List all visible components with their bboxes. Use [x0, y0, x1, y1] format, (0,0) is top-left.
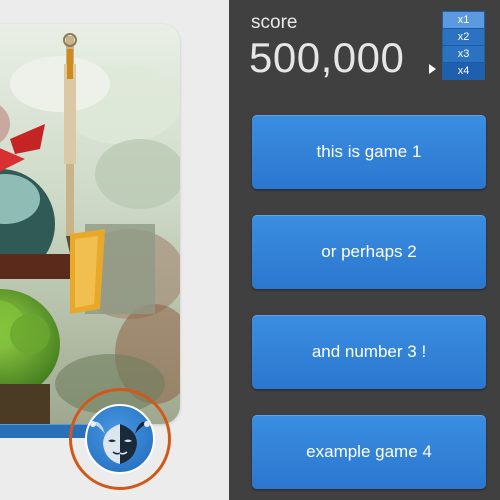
multiplier-x2[interactable]: x2	[443, 28, 484, 45]
jester-mask-icon[interactable]	[85, 404, 155, 474]
score-label: score	[251, 12, 298, 33]
game-button-4[interactable]: example game 4	[252, 415, 486, 489]
multiplier-selector[interactable]: x1 x2 x3 x4	[442, 11, 485, 80]
game-artwork	[0, 24, 180, 424]
score-value: 500,000	[249, 34, 405, 81]
game-button-2[interactable]: or perhaps 2	[252, 215, 486, 289]
multiplier-x3[interactable]: x3	[443, 45, 484, 62]
side-panel: score 500,000 x1 x2 x3 x4 this is game 1…	[229, 0, 500, 500]
game-preview-area	[0, 0, 229, 500]
game-button-3[interactable]: and number 3 !	[252, 315, 486, 389]
multiplier-x4[interactable]: x4	[443, 62, 484, 79]
triangle-right-icon	[429, 64, 436, 74]
game-button-1[interactable]: this is game 1	[252, 115, 486, 189]
game-screen: score 500,000 x1 x2 x3 x4 this is game 1…	[0, 0, 500, 500]
multiplier-x1[interactable]: x1	[443, 12, 484, 28]
